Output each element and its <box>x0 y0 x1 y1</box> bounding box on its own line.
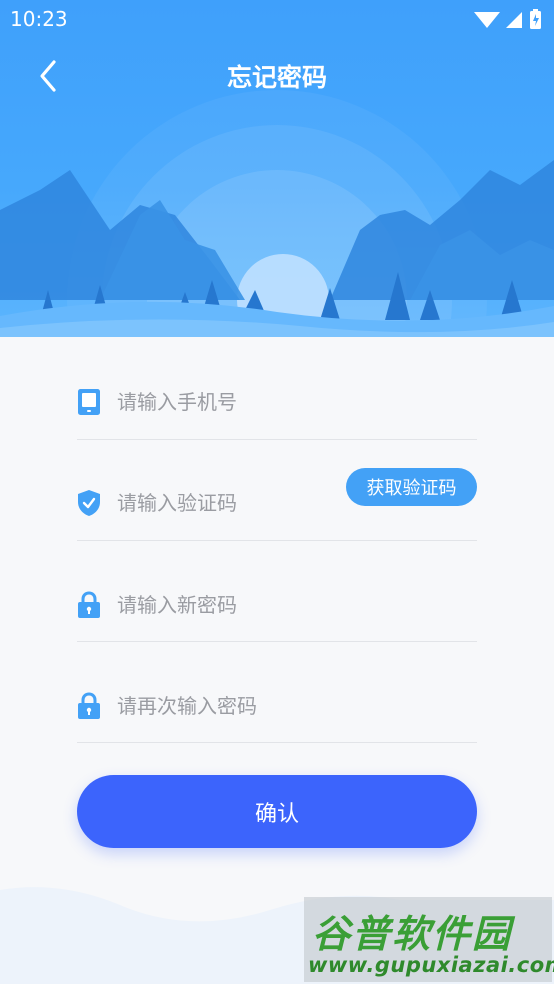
phone-input[interactable] <box>117 386 357 418</box>
new-password-row <box>77 539 477 642</box>
code-input[interactable] <box>117 487 337 519</box>
wifi-icon <box>474 12 500 28</box>
lock-icon <box>78 591 100 618</box>
new-password-input[interactable] <box>117 589 357 621</box>
top-bar: 忘记密码 <box>0 46 554 106</box>
status-bar: 10:23 <box>0 0 554 38</box>
confirm-password-input[interactable] <box>117 690 357 722</box>
status-icons <box>474 9 541 29</box>
code-row: 获取验证码 <box>77 438 477 541</box>
watermark-brand: 谷普软件园 <box>312 912 513 956</box>
confirm-button[interactable]: 确认 <box>77 775 477 848</box>
status-time: 10:23 <box>10 7 68 31</box>
shield-check-icon <box>78 490 100 516</box>
page-title: 忘记密码 <box>226 63 327 92</box>
phone-row <box>77 337 477 440</box>
signal-icon <box>506 12 522 28</box>
confirm-password-row <box>77 640 477 743</box>
tablet-icon <box>78 389 100 415</box>
watermark-url: www.gupuxiazai.com <box>308 953 554 977</box>
watermark: 谷普软件园 www.gupuxiazai.com <box>304 897 554 982</box>
lock-icon <box>78 692 100 719</box>
get-code-button[interactable]: 获取验证码 <box>346 468 477 506</box>
